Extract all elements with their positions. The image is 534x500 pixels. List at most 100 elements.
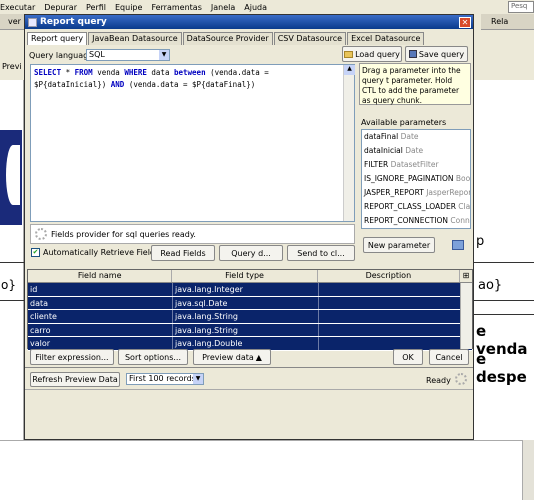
filter-expression-label: Filter expression... (35, 352, 109, 362)
param-type: Conne (450, 216, 470, 225)
column-header-field-type[interactable]: Field type (172, 270, 318, 282)
save-query-button[interactable]: Save query (405, 46, 468, 62)
spinner-icon (455, 373, 467, 385)
cancel-button[interactable]: Cancel (429, 349, 469, 365)
tab-javabean-datasource[interactable]: JavaBean Datasource (88, 32, 182, 45)
provider-status-text: Fields provider for sql queries ready. (51, 229, 196, 239)
menu-equipe[interactable]: Equipe (115, 3, 142, 12)
fields-header: Field name Field type Description ⊞ (28, 270, 472, 283)
preview-status: Ready (426, 376, 451, 385)
menu-perfil[interactable]: Perfil (86, 3, 106, 12)
fields-scrollbar[interactable] (460, 283, 472, 349)
tab-csv-datasource[interactable]: CSV Datasource (273, 32, 347, 45)
parameters-list: dataFinal Date dataInicial Date FILTER D… (361, 129, 471, 229)
new-parameter-button[interactable]: New parameter (363, 237, 435, 253)
records-select[interactable]: First 100 records ▼ (126, 373, 204, 385)
refresh-icon (452, 240, 464, 250)
canvas-line (0, 262, 24, 263)
column-header-field-name[interactable]: Field name (28, 270, 173, 282)
menubar: Executar Depurar Perfil Equipe Ferrament… (0, 0, 534, 14)
editor-tab-label: Rela (491, 17, 509, 26)
param-name: FILTER (364, 160, 389, 169)
load-query-button[interactable]: Load query (342, 46, 402, 62)
sql-text: (venda.data = (205, 68, 269, 77)
menu-depurar[interactable]: Depurar (44, 3, 77, 12)
refresh-preview-label: Refresh Preview Data (32, 375, 118, 384)
column-header-description[interactable]: Description (318, 270, 461, 282)
send-to-button[interactable]: Send to cl... (287, 245, 355, 261)
auto-retrieve-checkbox[interactable]: ✔ (31, 248, 40, 257)
field-type-cell: java.lang.Double (173, 337, 319, 350)
filter-expression-button[interactable]: Filter expression... (30, 349, 114, 365)
canvas-text-ao: ao} (478, 278, 503, 293)
tab-report-query[interactable]: Report query (27, 32, 88, 45)
param-name: dataInicial (364, 146, 403, 155)
editor-tab-right[interactable]: Rela (481, 14, 534, 30)
chevron-down-icon: ▼ (159, 50, 169, 60)
query-editor[interactable]: SELECT * FROM venda WHERE data between (… (30, 64, 355, 222)
menu-executar[interactable]: Executar (0, 3, 35, 12)
preview-data-label: Preview data (202, 352, 254, 362)
param-type: Boo (455, 174, 471, 183)
save-query-label: Save query (418, 49, 465, 59)
read-fields-button[interactable]: Read Fields (151, 245, 215, 261)
list-item[interactable]: FILTER DatasetFilter (362, 158, 470, 172)
preview-data-button[interactable]: Preview data ▲ (193, 349, 271, 365)
list-item[interactable]: IS_IGNORE_PAGINATION Boo (362, 172, 470, 186)
param-name: REPORT_CONNECTION (364, 216, 449, 225)
list-item[interactable]: REPORT_CONNECTION Conne (362, 214, 470, 228)
menu-ajuda[interactable]: Ajuda (244, 3, 267, 12)
table-row[interactable]: data java.sql.Date (28, 296, 472, 310)
param-name: JASPER_REPORT (364, 188, 424, 197)
close-icon[interactable]: ✕ (459, 16, 471, 28)
ok-label: OK (402, 352, 414, 362)
field-type-cell: java.lang.Integer (173, 283, 319, 296)
query-language-value: SQL (89, 50, 105, 59)
column-chooser-icon[interactable]: ⊞ (460, 270, 472, 282)
query-language-select[interactable]: SQL ▼ (86, 49, 170, 61)
list-item[interactable]: dataFinal Date (362, 130, 470, 144)
scroll-up-icon[interactable]: ▲ (344, 65, 355, 75)
query-designer-button[interactable]: Query d... (219, 245, 283, 261)
param-name: IS_IGNORE_PAGINATION (364, 174, 454, 183)
table-row[interactable]: carro java.lang.String (28, 323, 472, 337)
sort-options-button[interactable]: Sort options... (118, 349, 188, 365)
preview-tab[interactable]: Previ (2, 62, 22, 71)
dialog-titlebar[interactable]: Report query ✕ (25, 15, 473, 29)
list-item[interactable]: dataInicial Date (362, 144, 470, 158)
read-fields-label: Read Fields (160, 248, 206, 258)
triangle-up-icon: ▲ (255, 352, 262, 362)
table-row[interactable]: id java.lang.Integer (28, 283, 472, 297)
refresh-preview-button[interactable]: Refresh Preview Data (30, 372, 120, 387)
sql-text: data (146, 68, 174, 77)
list-item[interactable]: JASPER_REPORT JasperRepor (362, 186, 470, 200)
sql-keyword: SELECT (34, 68, 62, 77)
query-designer-label: Query d... (231, 248, 271, 258)
canvas-scrollbar[interactable] (522, 440, 534, 500)
list-item[interactable]: REPORT_CLASS_LOADER Clas (362, 200, 470, 214)
send-to-label: Send to cl... (297, 248, 345, 258)
canvas-text-p: p (476, 234, 485, 249)
search-input[interactable]: Pesq (508, 1, 534, 13)
records-select-value: First 100 records (129, 374, 196, 383)
canvas-text-a: o} (1, 278, 16, 292)
tab-datasource-provider[interactable]: DataSource Provider (182, 32, 273, 45)
table-row[interactable]: cliente java.lang.String (28, 310, 472, 324)
field-description-cell (319, 296, 462, 309)
ok-button[interactable]: OK (393, 349, 423, 365)
field-description-cell (319, 283, 462, 296)
report-canvas-right (472, 80, 534, 440)
field-name-cell: carro (28, 323, 173, 336)
menu-janela[interactable]: Janela (211, 3, 235, 12)
refresh-parameters-button[interactable] (449, 237, 467, 253)
field-description-cell (319, 337, 462, 350)
sql-text: venda (92, 68, 125, 77)
tab-excel-datasource[interactable]: Excel Datasource (347, 32, 425, 45)
menu-ferramentas[interactable]: Ferramentas (151, 3, 201, 12)
editor-tab-left[interactable]: ver (0, 14, 24, 30)
param-type: Date (405, 146, 424, 155)
param-name: REPORT_CLASS_LOADER (364, 202, 456, 211)
editor-scrollbar[interactable]: ▲ (343, 65, 355, 221)
canvas-line (472, 314, 534, 315)
cancel-label: Cancel (435, 352, 463, 362)
